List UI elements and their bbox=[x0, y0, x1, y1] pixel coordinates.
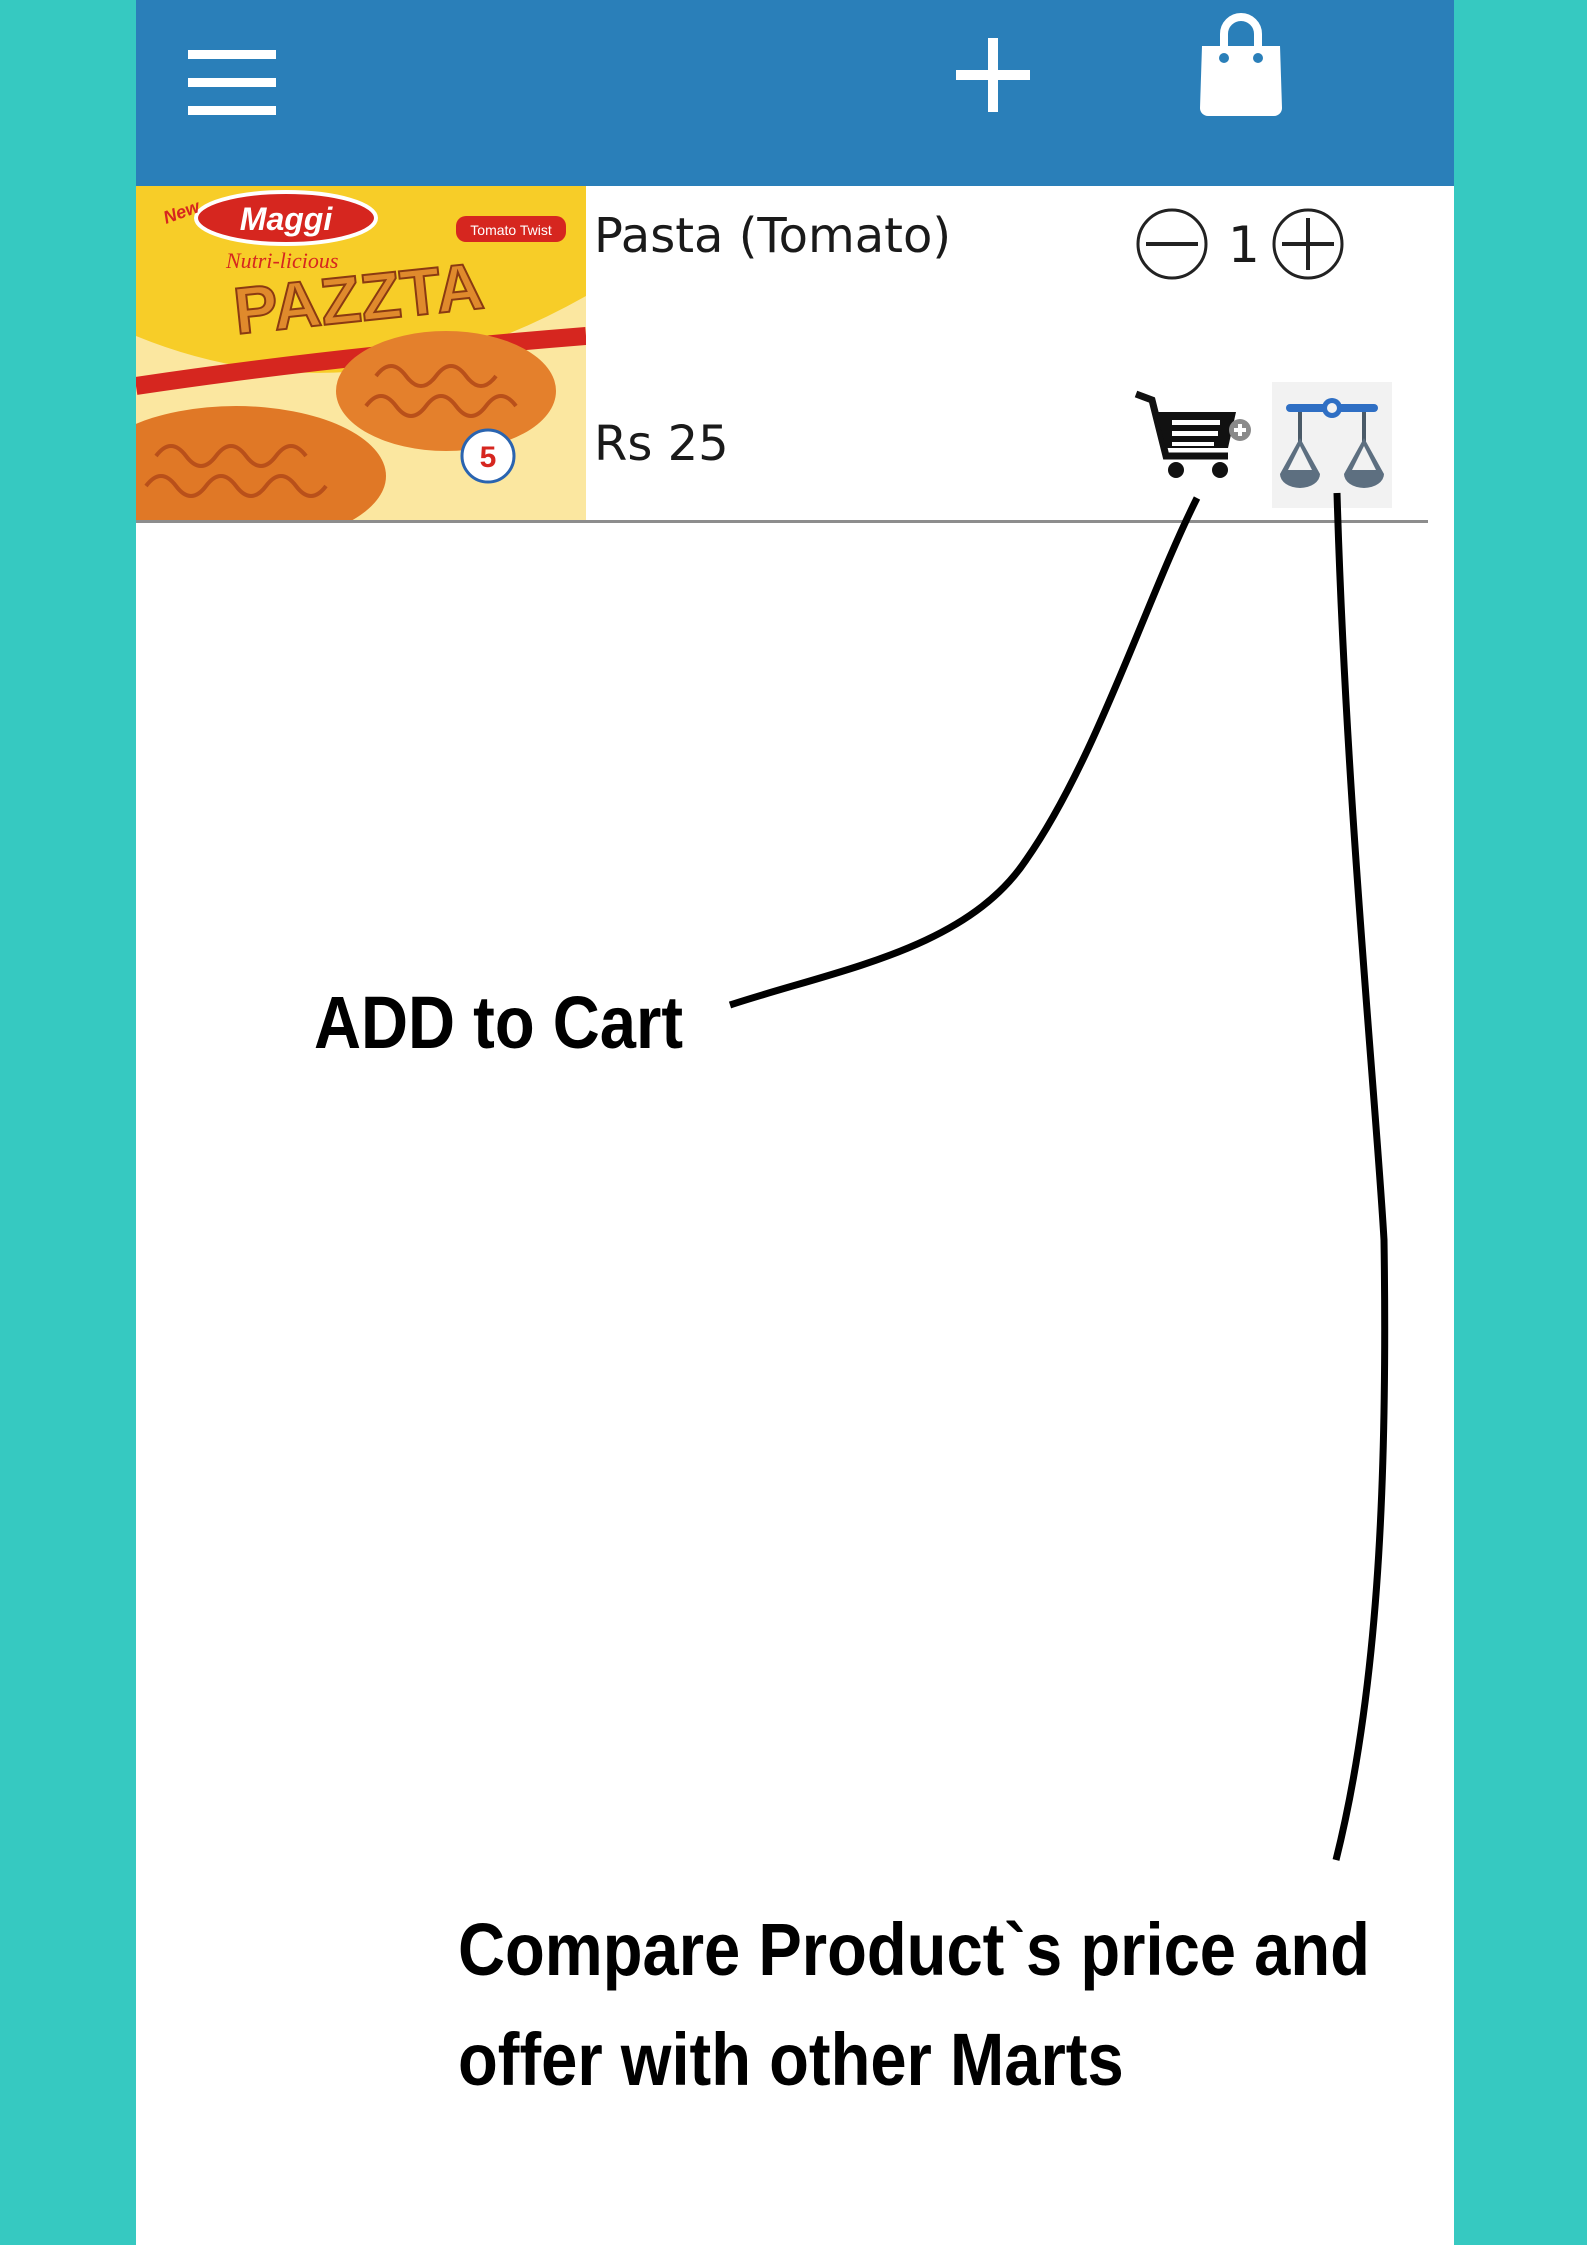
compare-note-line1: Compare Product`s price and bbox=[458, 1908, 1370, 1991]
compare-note: Compare Product`s price and offer with o… bbox=[458, 1895, 1370, 2115]
app-screen: Maggi New Nutri-licious PAZZTA Tomato Tw… bbox=[136, 0, 1454, 2245]
add-to-cart-note: ADD to Cart bbox=[314, 981, 684, 1064]
compare-note-line2: offer with other Marts bbox=[458, 2018, 1124, 2101]
